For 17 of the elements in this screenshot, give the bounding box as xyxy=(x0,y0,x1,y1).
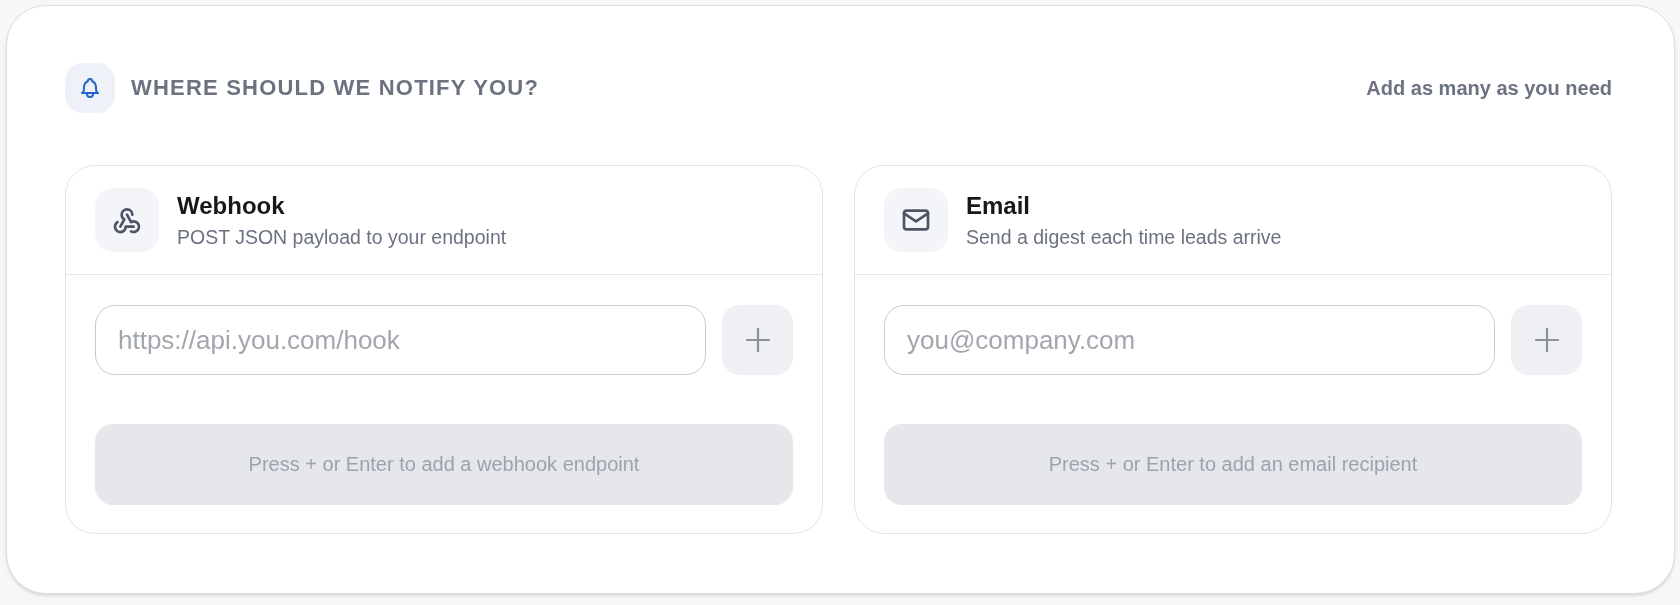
url-field[interactable]: https://api.you.com/hook xyxy=(95,305,706,375)
plus-icon xyxy=(1534,328,1559,352)
add-button[interactable] xyxy=(722,305,793,375)
plus-icon xyxy=(745,328,770,352)
empty-state-hint: Press + or Enter to add an email recipient xyxy=(884,424,1582,505)
channel-description: Send a digest each time leads arrive xyxy=(966,225,1282,249)
channel-title: Webhook xyxy=(177,191,286,220)
bell-icon xyxy=(65,63,115,113)
section-note: Add as many as you need xyxy=(1366,76,1612,100)
channel-title: Email xyxy=(966,191,1032,220)
envelope-icon xyxy=(884,188,948,252)
channel-description: POST JSON payload to your endpoint xyxy=(177,225,507,249)
add-button[interactable] xyxy=(1511,305,1582,375)
section-title: WHERE SHOULD WE NOTIFY YOU? xyxy=(131,75,540,101)
empty-state-hint: Press + or Enter to add a webhook endpoint xyxy=(95,424,793,505)
email-field[interactable]: you@company.com xyxy=(884,305,1495,375)
webhook-icon xyxy=(95,188,159,252)
